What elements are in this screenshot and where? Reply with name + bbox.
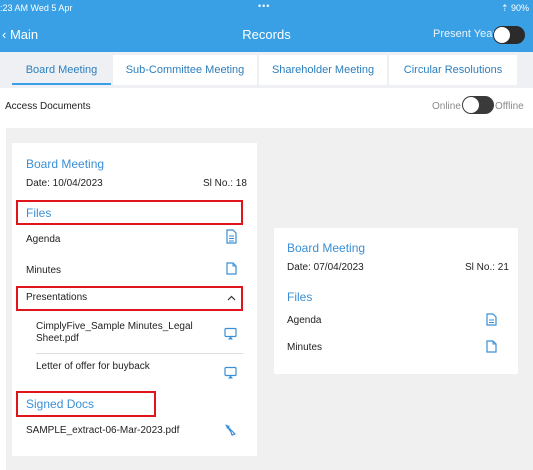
- document-icon[interactable]: [486, 313, 497, 326]
- offline-label: Offline: [495, 101, 524, 112]
- meeting-date: Date: 07/04/2023: [287, 262, 364, 273]
- toggle-knob: [494, 27, 510, 43]
- toggle-knob: [463, 97, 479, 113]
- status-bar: :23 AM Wed 5 Apr ••• ⇡ 90%: [0, 0, 533, 16]
- file-icon[interactable]: [226, 262, 237, 275]
- minutes-label[interactable]: Minutes: [287, 342, 322, 353]
- battery-indicator: ⇡ 90%: [500, 3, 529, 13]
- present-year-label: Present Year: [433, 28, 496, 40]
- cast-icon[interactable]: [224, 327, 237, 340]
- online-offline-toggle[interactable]: [462, 96, 494, 114]
- item-divider: [36, 353, 243, 354]
- card-title: Board Meeting: [287, 241, 366, 255]
- status-time: :23 AM Wed 5 Apr: [0, 3, 73, 13]
- meeting-date: Date: 10/04/2023: [26, 178, 103, 189]
- meeting-tabs: Board Meeting Sub-Committee Meeting Shar…: [0, 52, 533, 88]
- tab-circular-resolutions[interactable]: Circular Resolutions: [389, 55, 517, 85]
- signed-docs-header: Signed Docs: [26, 397, 95, 411]
- presentations-label[interactable]: Presentations: [26, 292, 87, 303]
- card-title: Board Meeting: [26, 157, 105, 171]
- online-label: Online: [432, 101, 461, 112]
- nav-bar: ‹ Main Records Present Year: [0, 16, 533, 52]
- signed-file[interactable]: SAMPLE_extract-06-Mar-2023.pdf: [26, 425, 179, 436]
- chevron-up-icon[interactable]: [227, 295, 236, 301]
- access-documents-label: Access Documents: [5, 101, 91, 112]
- serial-number: Sl No.: 18: [203, 178, 247, 189]
- files-header: Files: [26, 206, 52, 220]
- cast-icon[interactable]: [224, 366, 237, 379]
- files-header: Files: [287, 290, 313, 304]
- file-icon[interactable]: [486, 340, 497, 353]
- agenda-label[interactable]: Agenda: [26, 234, 60, 245]
- tab-sub-committee-meeting[interactable]: Sub-Committee Meeting: [113, 55, 257, 85]
- multitasking-dots: •••: [258, 1, 271, 11]
- present-year-toggle[interactable]: [493, 26, 525, 44]
- signature-icon[interactable]: [224, 423, 238, 436]
- presentation-file[interactable]: Letter of offer for buyback: [36, 361, 150, 372]
- presentation-file[interactable]: CimplyFive_Sample Minutes_Legal Sheet.pd…: [36, 321, 211, 345]
- document-icon[interactable]: [226, 229, 237, 244]
- tab-board-meeting[interactable]: Board Meeting: [12, 55, 111, 85]
- serial-number: Sl No.: 21: [465, 262, 509, 273]
- agenda-label[interactable]: Agenda: [287, 315, 321, 326]
- minutes-label[interactable]: Minutes: [26, 265, 61, 276]
- tab-shareholder-meeting[interactable]: Shareholder Meeting: [259, 55, 387, 85]
